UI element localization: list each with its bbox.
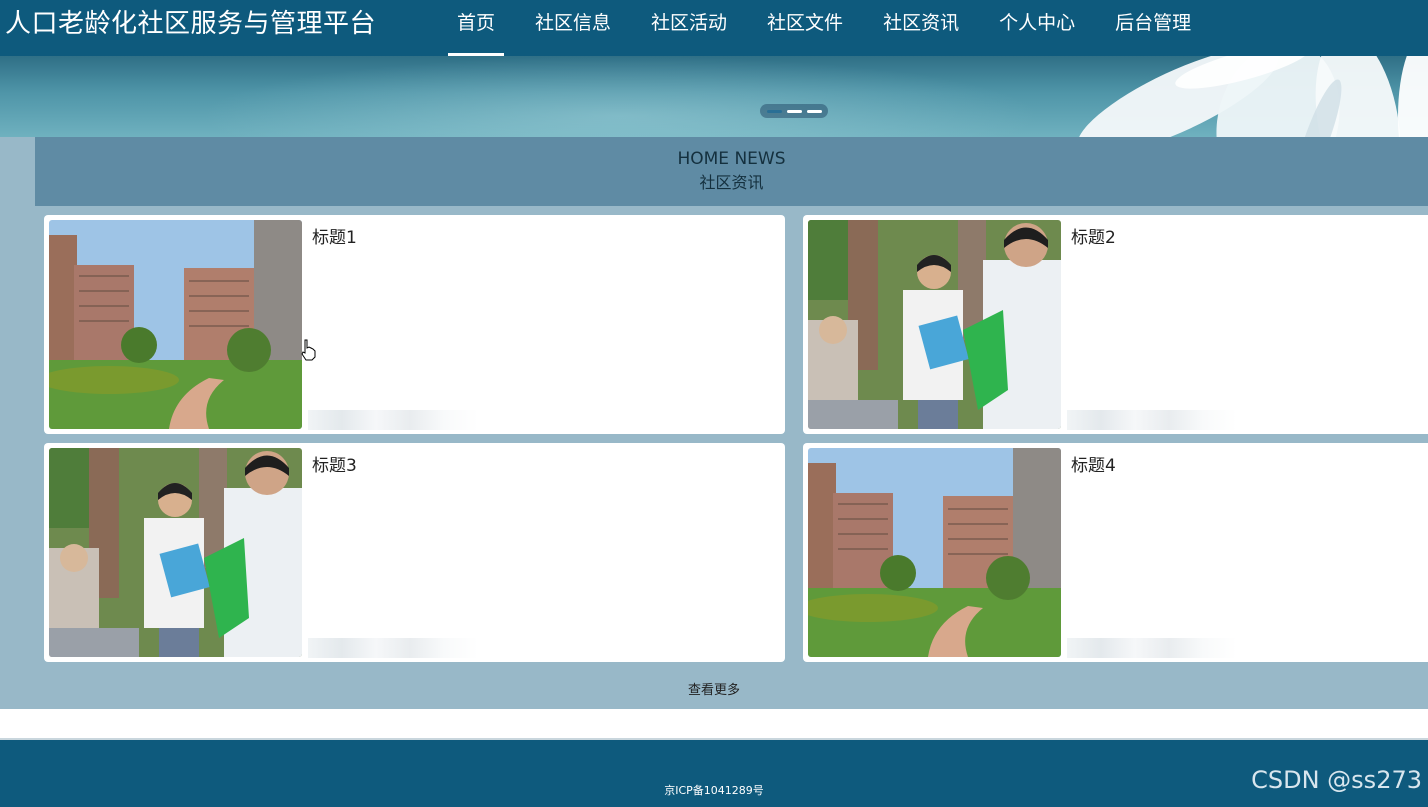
news-title[interactable]: 标题1: [312, 227, 357, 249]
volunteers-photo-icon: [808, 220, 1061, 429]
news-title[interactable]: 标题4: [1071, 455, 1116, 477]
section-title-en: HOME NEWS: [677, 149, 786, 169]
banner-carousel[interactable]: [0, 56, 1428, 137]
news-title[interactable]: 标题2: [1071, 227, 1116, 249]
nav-item-community-info[interactable]: 社区信息: [515, 0, 631, 56]
carousel-dot[interactable]: [766, 109, 782, 113]
section-title-cn: 社区资讯: [699, 173, 764, 192]
hand-cursor-icon: [301, 339, 316, 361]
volunteers-photo-icon: [49, 448, 302, 657]
watermark: CSDN @ss273: [1251, 766, 1422, 794]
news-card[interactable]: 标题3: [44, 443, 785, 662]
carousel-dot[interactable]: [786, 109, 802, 113]
news-date-blurred: [1067, 638, 1237, 658]
section-heading: HOME NEWS 社区资讯: [35, 137, 1428, 206]
news-title[interactable]: 标题3: [312, 455, 357, 477]
flower-image-icon: [1077, 56, 1428, 137]
site-title[interactable]: 人口老龄化社区服务与管理平台: [5, 7, 376, 41]
view-more-link[interactable]: 查看更多: [0, 681, 1428, 701]
news-date-blurred: [308, 410, 478, 430]
news-date-blurred: [308, 638, 478, 658]
nav-item-community-files[interactable]: 社区文件: [747, 0, 863, 56]
news-card[interactable]: 标题2: [803, 215, 1428, 434]
nav-item-home[interactable]: 首页: [437, 0, 515, 56]
top-nav-bar: 人口老龄化社区服务与管理平台 首页 社区信息 社区活动 社区文件 社区资讯 个人…: [0, 0, 1428, 56]
news-card[interactable]: 标题1: [44, 215, 785, 434]
main-nav: 首页 社区信息 社区活动 社区文件 社区资讯 个人中心 后台管理: [437, 0, 1211, 56]
home-news-section: HOME NEWS 社区资讯 标题1 标题2 标题3 标题4 查看更多: [0, 137, 1428, 709]
footer: 京ICP备1041289号 CSDN @ss273: [0, 738, 1428, 807]
nav-item-personal-center[interactable]: 个人中心: [979, 0, 1095, 56]
news-date-blurred: [1067, 410, 1237, 430]
carousel-dot[interactable]: [806, 109, 822, 113]
buildings-photo-icon: [49, 220, 302, 429]
nav-item-admin[interactable]: 后台管理: [1095, 0, 1211, 56]
news-card[interactable]: 标题4: [803, 443, 1428, 662]
nav-item-community-news[interactable]: 社区资讯: [863, 0, 979, 56]
nav-item-community-activities[interactable]: 社区活动: [631, 0, 747, 56]
buildings-photo-icon: [808, 448, 1061, 657]
carousel-indicators: [760, 104, 828, 118]
icp-record[interactable]: 京ICP备1041289号: [0, 784, 1428, 798]
